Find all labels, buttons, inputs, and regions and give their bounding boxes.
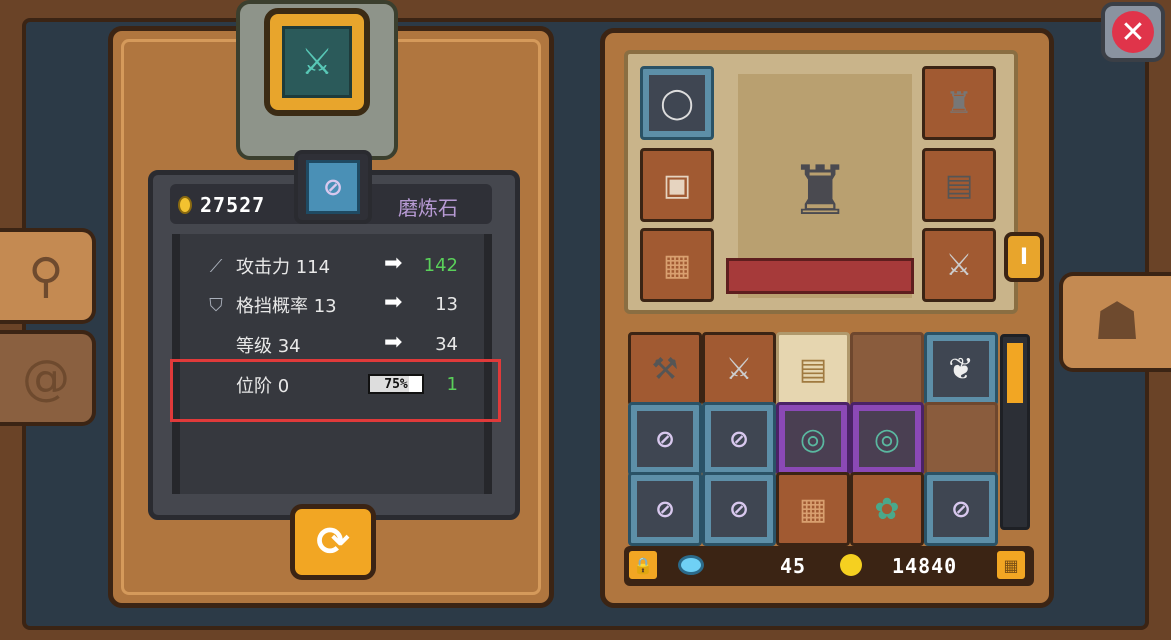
equip-slot-chest[interactable]: ▤ xyxy=(922,148,996,222)
equip-slot-armor[interactable]: ▣ xyxy=(640,148,714,222)
swirl-orb-icon: ◎ xyxy=(799,421,827,457)
gold-count: 14840 xyxy=(892,554,958,578)
material-slot[interactable]: ⊘ xyxy=(294,150,372,224)
inventory-slot-empty[interactable] xyxy=(924,402,998,476)
inventory-slot[interactable]: ⊘ xyxy=(702,472,776,546)
inventory-slot[interactable]: ⚒ xyxy=(628,332,702,406)
inventory-slot[interactable]: ⊘ xyxy=(628,402,702,476)
equip-slot-weapon[interactable]: ⚔ xyxy=(922,228,996,302)
equip-slot-necklace[interactable]: ◯ xyxy=(640,66,714,140)
tier-tab-label: I xyxy=(1019,244,1029,270)
lock-button[interactable]: 🔒 xyxy=(626,548,660,582)
magnify-bone-icon: ⚲ xyxy=(28,248,64,304)
whetstone-icon: ⊘ xyxy=(654,425,676,453)
coin-icon xyxy=(178,196,192,214)
lance-icon: ⚔ xyxy=(945,247,973,283)
whetstone-icon: ⊘ xyxy=(654,495,676,523)
scroll-icon: ▤ xyxy=(798,351,828,387)
whetstone-icon: ⊘ xyxy=(728,425,750,453)
inventory-slot[interactable]: ⊘ xyxy=(702,402,776,476)
rank-highlight-box xyxy=(170,359,501,422)
stat-row-block: ⛉ 格挡概率 13 xyxy=(204,291,337,319)
scrollbar-thumb[interactable] xyxy=(1007,343,1023,403)
inventory-slot[interactable]: ⊘ xyxy=(924,472,998,546)
gold-coin-icon xyxy=(840,554,862,576)
inventory-slot[interactable]: ◎ xyxy=(776,402,850,476)
boots-icon: ▦ xyxy=(798,491,828,527)
stat-new-value: 34 xyxy=(435,334,458,355)
whetstone-icon: ⊘ xyxy=(950,495,972,523)
boots-icon: ▦ xyxy=(662,247,692,283)
chestplate-icon: ▤ xyxy=(944,167,974,203)
whetstone-icon: ⊘ xyxy=(728,495,750,523)
stat-new-value: 13 xyxy=(435,294,458,315)
hero-knight-icon: ♜ xyxy=(789,151,851,231)
grid-icon: ▦ xyxy=(1003,555,1019,575)
stat-label: 等级 34 xyxy=(236,336,301,357)
feather-icon: ❦ xyxy=(948,351,974,387)
hero-name-banner xyxy=(726,258,914,294)
helmet-icon: ☗ xyxy=(1093,292,1141,352)
inventory-slot[interactable]: ⊘ xyxy=(628,472,702,546)
side-tab-swirl[interactable]: @ xyxy=(0,330,96,426)
upgrade-button[interactable]: ⟳ xyxy=(290,504,376,580)
gem-count: 45 xyxy=(780,554,807,578)
coin-count: 27527 xyxy=(200,193,266,217)
necklace-icon: ◯ xyxy=(660,85,694,121)
stat-row-level: 等级 34 xyxy=(236,331,301,359)
lance-item-icon: ⚔ xyxy=(282,26,352,98)
lock-icon: 🔒 xyxy=(633,555,653,575)
sort-button[interactable]: ▦ xyxy=(994,548,1028,582)
whetstone-icon: ⊘ xyxy=(322,173,344,201)
swirl-icon: @ xyxy=(22,350,70,406)
helmet-item-icon: ♜ xyxy=(945,85,973,121)
refresh-icon: ⟳ xyxy=(316,519,350,565)
inventory-scrollbar[interactable] xyxy=(1000,334,1030,530)
selected-item-slot[interactable]: ⚔ xyxy=(264,8,370,116)
inventory-slot[interactable]: ⚔ xyxy=(702,332,776,406)
weapon-icon: ⚔ xyxy=(725,351,753,387)
stat-label: 格挡概率 13 xyxy=(236,296,337,317)
inventory-slot[interactable]: ▦ xyxy=(776,472,850,546)
side-tab-inspect[interactable]: ⚲ xyxy=(0,228,96,324)
stat-label: 攻击力 114 xyxy=(236,257,331,278)
close-icon: ✕ xyxy=(1112,11,1154,53)
amulet-icon: ✿ xyxy=(874,491,900,527)
inventory-slot-empty[interactable] xyxy=(850,332,924,406)
inventory-slot[interactable]: ◎ xyxy=(850,402,924,476)
close-button[interactable]: ✕ xyxy=(1101,2,1165,62)
swirl-orb-icon: ◎ xyxy=(873,421,901,457)
sword-icon: ⟋ xyxy=(209,255,223,277)
inventory-slot[interactable]: ✿ xyxy=(850,472,924,546)
tier-tab[interactable]: I xyxy=(1004,232,1044,282)
inventory-slot[interactable]: ▤ xyxy=(776,332,850,406)
gem-icon xyxy=(678,555,704,575)
shield-icon: ⛉ xyxy=(209,294,223,316)
stat-new-value: 142 xyxy=(423,255,458,276)
inventory-slot[interactable]: ❦ xyxy=(924,332,998,406)
axe-icon: ⚒ xyxy=(651,351,679,387)
side-tab-equipment[interactable]: ☗ xyxy=(1059,272,1171,372)
material-name: 磨炼石 xyxy=(398,196,458,220)
equip-slot-helmet[interactable]: ♜ xyxy=(922,66,996,140)
stat-row-attack: ⟋ 攻击力 114 xyxy=(204,252,330,280)
equip-slot-boots[interactable]: ▦ xyxy=(640,228,714,302)
armor-icon: ▣ xyxy=(662,167,692,203)
